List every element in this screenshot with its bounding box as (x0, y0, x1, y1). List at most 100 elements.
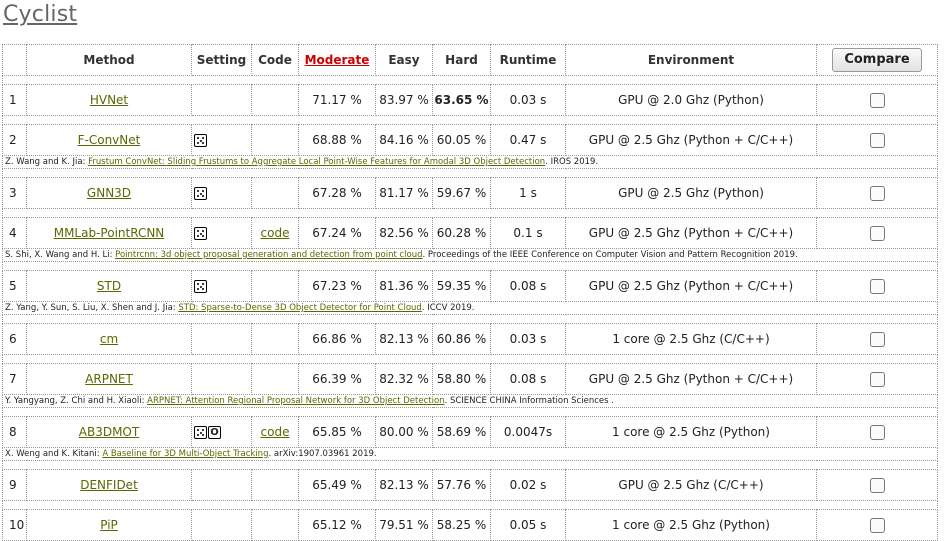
method-cell: HVNet (26, 84, 192, 116)
compare-button[interactable]: Compare (832, 48, 922, 72)
reference-venue: . Proceedings of the IEEE Conference on … (422, 250, 798, 260)
moderate-sort-header[interactable]: Moderate (298, 44, 376, 76)
code-cell (251, 363, 299, 395)
reference-authors: X. Weng and K. Kitani: (5, 449, 103, 459)
hard-header: Hard (432, 44, 491, 76)
compare-cell (816, 270, 938, 302)
rank-cell: 2 (2, 124, 27, 156)
compare-cell (816, 217, 938, 249)
method-link[interactable]: GNN3D (87, 186, 131, 200)
reference-row: Z. Yang, Y. Sun, S. Liu, X. Shen and J. … (2, 301, 938, 315)
setting-cell: O (191, 416, 252, 448)
table-row: 5 STD 67.23 % 81.36 % 59.35 % 0.08 s GPU @ 2.5… (2, 270, 938, 302)
spacer-cell (2, 500, 938, 510)
compare-checkbox[interactable] (869, 424, 885, 440)
method-link[interactable]: STD (97, 279, 121, 293)
reference-authors: S. Shi, X. Wang and H. Li: (5, 250, 116, 260)
setting-header: Setting (191, 44, 252, 76)
method-link[interactable]: cm (100, 332, 118, 346)
method-link[interactable]: HVNet (90, 93, 128, 107)
environment-cell: GPU @ 2.5 Ghz (Python + C/C++) (565, 270, 817, 302)
easy-cell: 79.51 % (375, 509, 433, 541)
table-row: 4 MMLab-PointRCNN code 67.24 % 82.56 % 60.28 … (2, 217, 938, 249)
compare-checkbox[interactable] (869, 477, 885, 493)
reference-cell: Z. Yang, Y. Sun, S. Liu, X. Shen and J. … (2, 301, 938, 315)
method-cell: AB3DMOT (26, 416, 192, 448)
page-title[interactable]: Cyclist (3, 2, 77, 27)
row-spacer (2, 208, 938, 218)
stereo-setting-icon (194, 280, 207, 293)
reference-row: X. Weng and K. Kitani: A Baseline for 3D… (2, 447, 938, 461)
compare-checkbox[interactable] (869, 92, 885, 108)
row-spacer (2, 115, 938, 125)
rank-cell: 9 (2, 469, 27, 501)
method-cell: cm (26, 323, 192, 355)
hard-cell: 59.67 % (432, 177, 491, 209)
spacer-cell (2, 407, 938, 417)
stereo-setting-icon (194, 426, 207, 439)
easy-cell: 81.17 % (375, 177, 433, 209)
moderate-cell: 67.24 % (298, 217, 376, 249)
method-link[interactable]: DENFIDet (80, 478, 138, 492)
compare-cell (816, 84, 938, 116)
environment-cell: GPU @ 2.5 Ghz (C/C++) (565, 469, 817, 501)
setting-cell (191, 124, 252, 156)
row-spacer (2, 314, 938, 324)
table-row: 7 ARPNET 66.39 % 82.32 % 58.80 % 0.08 s GPU @ … (2, 363, 938, 395)
stereo-setting-icon (194, 227, 207, 240)
code-cell (251, 270, 299, 302)
method-link[interactable]: ARPNET (85, 372, 133, 386)
moderate-cell: 65.12 % (298, 509, 376, 541)
compare-checkbox[interactable] (869, 278, 885, 294)
code-link[interactable]: code (261, 425, 290, 439)
compare-checkbox[interactable] (869, 371, 885, 387)
method-cell: STD (26, 270, 192, 302)
code-cell (251, 323, 299, 355)
moderate-sort-link[interactable]: Moderate (305, 53, 370, 67)
paper-link[interactable]: ARPNET: Attention Regional Proposal Netw… (147, 396, 444, 406)
table-row: 8 AB3DMOT Ocode 65.85 % 80.00 % 58.69 % 0.0047… (2, 416, 938, 448)
moderate-cell: 67.28 % (298, 177, 376, 209)
method-cell: ARPNET (26, 363, 192, 395)
paper-link[interactable]: Pointrcnn: 3d object proposal generation… (115, 250, 422, 260)
hard-cell: 58.69 % (432, 416, 491, 448)
runtime-header: Runtime (490, 44, 566, 76)
rank-cell: 4 (2, 217, 27, 249)
code-link[interactable]: code (261, 226, 290, 240)
compare-checkbox[interactable] (869, 331, 885, 347)
stereo-setting-icon (194, 134, 207, 147)
method-cell: DENFIDet (26, 469, 192, 501)
compare-checkbox[interactable] (869, 185, 885, 201)
runtime-cell: 0.03 s (490, 323, 566, 355)
method-link[interactable]: PiP (100, 518, 118, 532)
reference-authors: Y. Yangyang, Z. Chi and H. Xiaoli: (5, 396, 148, 406)
method-header: Method (26, 44, 192, 76)
row-spacer (2, 261, 938, 271)
row-spacer (2, 75, 938, 85)
spacer-cell (2, 314, 938, 324)
method-link[interactable]: MMLab-PointRCNN (54, 226, 165, 240)
moderate-cell: 65.85 % (298, 416, 376, 448)
paper-link[interactable]: Frustum ConvNet: Sliding Frustums to Agg… (88, 157, 545, 167)
compare-checkbox[interactable] (869, 517, 885, 533)
moderate-cell: 71.17 % (298, 84, 376, 116)
compare-cell (816, 469, 938, 501)
paper-link[interactable]: A Baseline for 3D Multi-Object Tracking (102, 449, 268, 459)
runtime-cell: 0.05 s (490, 509, 566, 541)
row-spacer (2, 407, 938, 417)
reference-row: Z. Wang and K. Jia: Frustum ConvNet: Sli… (2, 155, 938, 169)
code-cell (251, 509, 299, 541)
rank-cell: 8 (2, 416, 27, 448)
method-link[interactable]: AB3DMOT (79, 425, 139, 439)
rank-cell: 3 (2, 177, 27, 209)
compare-checkbox[interactable] (869, 132, 885, 148)
hard-cell: 63.65 % (432, 84, 491, 116)
paper-link[interactable]: STD: Sparse-to-Dense 3D Object Detector … (178, 303, 421, 313)
table-row: 10 PiP 65.12 % 79.51 % 58.25 % 0.05 s1 core @… (2, 509, 938, 541)
row-spacer (2, 354, 938, 364)
method-link[interactable]: F-ConvNet (78, 133, 141, 147)
method-cell: PiP (26, 509, 192, 541)
compare-checkbox[interactable] (869, 225, 885, 241)
environment-cell: GPU @ 2.5 Ghz (Python) (565, 177, 817, 209)
table-row: 1 HVNet 71.17 % 83.97 % 63.65 % 0.03 s GPU @ 2… (2, 84, 938, 116)
